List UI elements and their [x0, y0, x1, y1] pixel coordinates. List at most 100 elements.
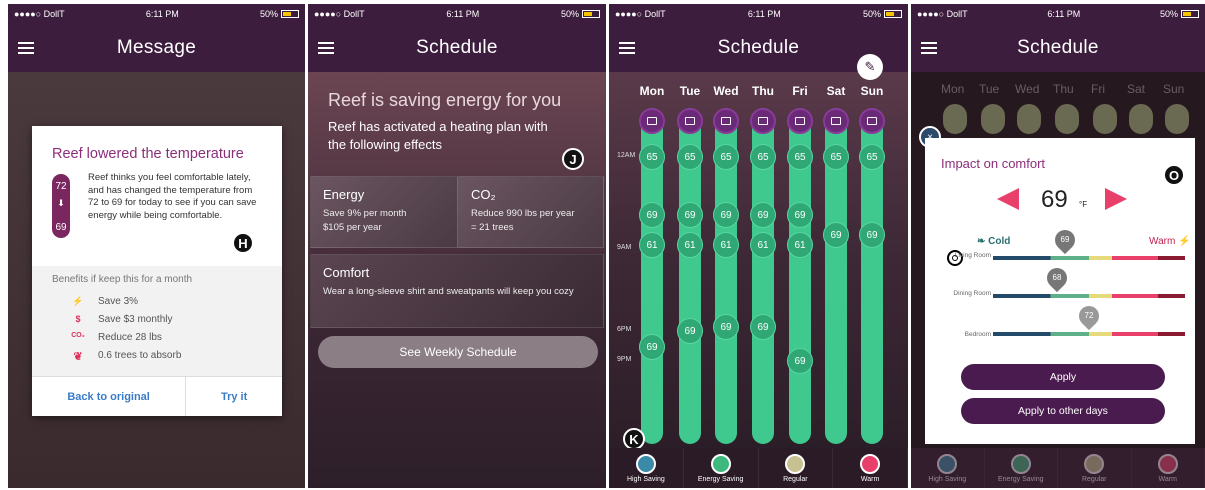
increase-arrow-icon[interactable]	[1105, 188, 1127, 210]
mode-label: High Saving	[627, 475, 665, 483]
temp-node[interactable]: 69	[713, 202, 739, 228]
battery-icon	[1181, 10, 1199, 18]
menu-icon[interactable]	[318, 42, 334, 54]
pin-value: 72	[1084, 311, 1094, 320]
status-bar: ●●●●○ DollT 6:11 PM 50%	[609, 4, 908, 24]
day-label: Fri	[1091, 82, 1105, 96]
day-label: Mon	[639, 84, 665, 98]
temp-node[interactable]: 65	[713, 144, 739, 170]
day-label: Thu	[752, 84, 774, 98]
mode-bar: High Saving Energy Saving Regular Warm	[911, 448, 1205, 488]
schedule-summary-screen: ●●●●○ DollT 6:11 PM 50% Schedule Reef is…	[308, 4, 606, 488]
see-weekly-schedule-button[interactable]: See Weekly Schedule	[318, 336, 598, 368]
day-menu-icon[interactable]	[787, 108, 813, 134]
temp-node[interactable]: 69	[677, 318, 703, 344]
dimmed-column	[1093, 104, 1117, 134]
temp-node[interactable]: 69	[823, 222, 849, 248]
try-it-button[interactable]: Try it	[186, 377, 282, 416]
status-bar: ●●●●○ DollT 6:11 PM 50%	[911, 4, 1205, 24]
carrier-label: ●●●●○ DollT	[615, 9, 666, 19]
day-menu-icon[interactable]	[639, 108, 665, 134]
down-arrow-icon: ⬇	[57, 198, 65, 208]
battery-icon	[884, 10, 902, 18]
warm-icon	[1157, 453, 1178, 474]
time-label: 9PM	[617, 356, 632, 363]
comfort-bar	[993, 256, 1185, 260]
temp-node[interactable]: 69	[639, 334, 665, 360]
day-label: Sat	[826, 84, 846, 98]
high-saving-icon	[937, 453, 958, 474]
co2-icon: CO₂	[71, 332, 85, 339]
battery-icon	[281, 10, 299, 18]
mode-regular[interactable]: Regular	[759, 448, 834, 488]
day-menu-icon[interactable]	[750, 108, 776, 134]
temp-node[interactable]: 61	[713, 232, 739, 258]
temp-node[interactable]: 69	[859, 222, 885, 248]
energy-details: Save 9% per month $105 per year	[323, 207, 406, 235]
room-pin[interactable]: 69	[1050, 225, 1080, 255]
co2-line: = 21 trees	[471, 222, 514, 233]
temp-node[interactable]: 61	[787, 232, 813, 258]
co2-tile: CO₂ Reduce 990 lbs per year = 21 trees	[458, 176, 604, 248]
dimmed-column	[1165, 104, 1189, 134]
benefit-item: 0.6 trees to absorb	[98, 350, 182, 361]
menu-icon[interactable]	[619, 42, 635, 54]
menu-icon[interactable]	[18, 42, 34, 54]
temp-node[interactable]: 65	[750, 144, 776, 170]
temp-node[interactable]: 69	[750, 314, 776, 340]
battery-label: 50%	[560, 9, 579, 19]
temp-node[interactable]: 65	[639, 144, 665, 170]
lightning-icon: ⚡	[72, 296, 84, 306]
mode-energy-saving[interactable]: Energy Saving	[684, 448, 759, 488]
temp-node[interactable]: 61	[750, 232, 776, 258]
room-label: Living Room	[954, 252, 991, 259]
room-pin[interactable]: 72	[1074, 301, 1104, 331]
benefit-item: Save $3 monthly	[98, 314, 173, 325]
battery: 50%	[1160, 9, 1199, 19]
apply-button[interactable]: Apply	[961, 364, 1165, 390]
day-label: Wed	[713, 84, 739, 98]
temp-node[interactable]: 61	[677, 232, 703, 258]
temp-node[interactable]: 65	[823, 144, 849, 170]
day-menu-icon[interactable]	[677, 108, 703, 134]
temp-node[interactable]: 65	[787, 144, 813, 170]
time-label: 6:11 PM	[1047, 9, 1081, 19]
temp-node[interactable]: 69	[677, 202, 703, 228]
temp-node[interactable]: 61	[639, 232, 665, 258]
temp-node[interactable]: 69	[750, 202, 776, 228]
benefit-item: Save 3%	[98, 296, 139, 307]
benefits-panel: Benefits if keep this for a month ⚡ Save…	[32, 266, 282, 376]
temp-node[interactable]: 65	[859, 144, 885, 170]
temp-node[interactable]: 69	[787, 202, 813, 228]
day-menu-icon[interactable]	[713, 108, 739, 134]
temp-node[interactable]: 69	[639, 202, 665, 228]
battery: 50%	[561, 9, 600, 19]
nav-bar: Schedule	[911, 24, 1205, 72]
mode-warm[interactable]: Warm	[833, 448, 908, 488]
annotation-badge: K	[623, 428, 645, 450]
annotation-badge: O	[1163, 164, 1185, 186]
temp-node[interactable]: 69	[713, 314, 739, 340]
edit-icon[interactable]: ✎	[857, 54, 883, 80]
day-menu-icon[interactable]	[823, 108, 849, 134]
dimmed-column	[981, 104, 1005, 134]
mode-label: Warm	[860, 475, 880, 483]
menu-icon[interactable]	[921, 42, 937, 54]
pin-value: 68	[1052, 273, 1062, 282]
back-to-original-button[interactable]: Back to original	[32, 377, 187, 416]
mode-high-saving: High Saving	[911, 448, 985, 488]
mode-high-saving[interactable]: High Saving	[609, 448, 684, 488]
apply-to-other-days-button[interactable]: Apply to other days	[961, 398, 1165, 424]
time-label: 6:11 PM	[446, 9, 480, 19]
nav-bar: Schedule	[308, 24, 606, 72]
temp-node[interactable]: 65	[677, 144, 703, 170]
day-menu-icon[interactable]	[859, 108, 885, 134]
temp-change-pill: 72 ⬇ 69	[52, 174, 70, 238]
dollar-icon: $	[75, 314, 81, 324]
mode-label: Warm	[1158, 475, 1177, 483]
energy-line: $105 per year	[323, 222, 382, 233]
decrease-arrow-icon[interactable]	[997, 188, 1019, 210]
temp-node[interactable]: 69	[787, 348, 813, 374]
room-pin[interactable]: 68	[1042, 263, 1072, 293]
temp-to: 69	[55, 222, 67, 233]
